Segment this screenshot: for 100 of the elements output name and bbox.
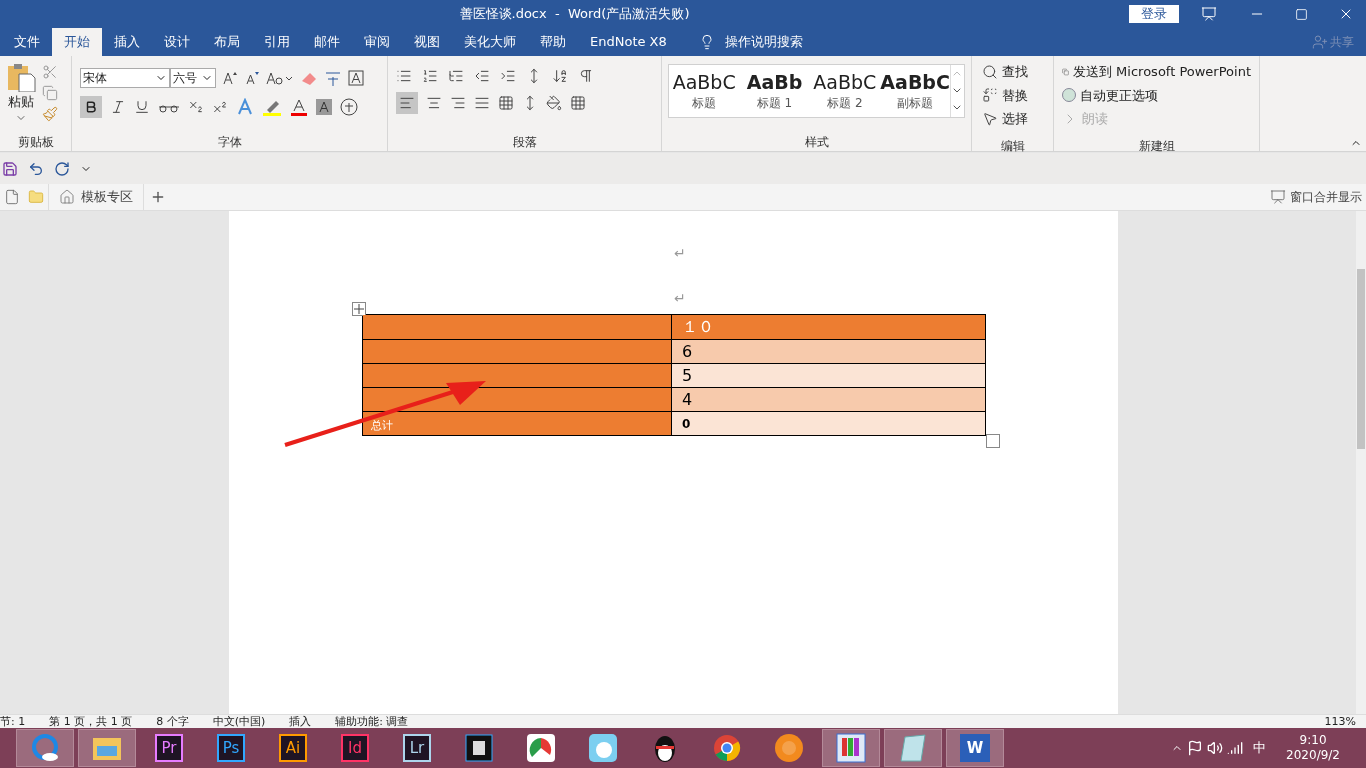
tell-me-search[interactable]: 操作说明搜索 — [724, 32, 803, 52]
film-icon — [465, 734, 493, 762]
taskbar-app[interactable]: Ai — [264, 729, 322, 767]
group-label: 段落 — [512, 134, 537, 151]
paste-button[interactable]: 粘贴 — [8, 92, 34, 112]
redo-icon[interactable] — [54, 160, 70, 177]
bullets-icon[interactable] — [396, 68, 412, 84]
word-icon: W — [960, 734, 990, 762]
pointer-icon[interactable] — [982, 110, 998, 127]
ribbon-tab[interactable]: 帮助 — [528, 28, 578, 56]
ribbon-tab[interactable]: 美化大师 — [452, 28, 528, 56]
align-center-icon[interactable] — [426, 95, 442, 111]
underline-icon[interactable] — [134, 99, 150, 115]
taskbar-app[interactable]: Id — [326, 729, 384, 767]
ribbon-tab[interactable]: 视图 — [402, 28, 452, 56]
subscript-icon[interactable] — [188, 99, 204, 115]
app-icon: Lr — [403, 734, 431, 762]
search-icon[interactable] — [982, 63, 998, 80]
superscript-icon[interactable] — [212, 99, 228, 115]
volume-icon[interactable] — [1207, 740, 1224, 756]
paste-icon[interactable] — [6, 62, 36, 92]
replace-button[interactable]: 替换 — [1002, 85, 1028, 105]
ribbon-tab[interactable]: 插入 — [102, 28, 152, 56]
paragraph-mark: ↵ — [674, 244, 686, 263]
ribbon-tab[interactable]: 邮件 — [302, 28, 352, 56]
table-cell: １０ — [672, 315, 985, 339]
scrollbar-thumb[interactable] — [1357, 269, 1365, 449]
font-color-icon[interactable] — [290, 98, 308, 116]
character-border-icon[interactable] — [348, 70, 364, 86]
enclose-characters-icon[interactable] — [340, 98, 358, 116]
taskbar-app[interactable]: Pr — [140, 729, 198, 767]
taskbar-app[interactable]: W — [946, 729, 1004, 767]
format-painter-icon[interactable] — [42, 106, 58, 122]
app-icon: Ps — [217, 734, 245, 762]
ribbon-tab[interactable]: 开始 — [52, 28, 102, 56]
flag-icon[interactable] — [1187, 740, 1204, 756]
template-tab[interactable]: 模板专区 — [49, 184, 144, 210]
app-icon: Ai — [279, 734, 307, 762]
find-button[interactable]: 查找 — [1002, 62, 1028, 82]
undo-icon[interactable] — [28, 160, 44, 177]
style-item[interactable]: AaBb 标题 1 — [739, 65, 810, 117]
status-item: 第 1 页，共 1 页 — [49, 714, 133, 729]
multilevel-list-icon[interactable] — [448, 68, 464, 84]
accessibility-status[interactable]: 辅助功能: 调查 — [335, 714, 409, 729]
highlight-icon[interactable] — [262, 98, 282, 116]
save-icon[interactable] — [2, 160, 18, 177]
borders-icon[interactable] — [570, 95, 586, 111]
table-move-handle-icon[interactable] — [352, 302, 366, 316]
send-to-powerpoint-button[interactable]: 发送到 Microsoft PowerPoint — [1073, 62, 1251, 82]
style-item[interactable]: AaBbC 副标题 — [880, 65, 951, 117]
ribbon-tab[interactable]: 引用 — [252, 28, 302, 56]
character-shading-icon[interactable] — [316, 99, 332, 115]
group-label: 剪贴板 — [17, 134, 54, 151]
grow-font-icon[interactable] — [222, 70, 238, 86]
input-method[interactable]: 中 — [1253, 738, 1267, 758]
text-effects-icon[interactable] — [236, 98, 254, 116]
font-size-field[interactable]: 六号 — [170, 68, 216, 88]
ribbon-tab[interactable]: 审阅 — [352, 28, 402, 56]
home-icon — [59, 189, 75, 205]
ribbon-display-icon[interactable] — [1201, 6, 1217, 22]
table-resize-handle-icon[interactable] — [986, 434, 1000, 448]
autocorrect-options-button[interactable]: 自动更正选项 — [1080, 85, 1158, 105]
merge-windows-button[interactable]: 窗口合并显示 — [1270, 188, 1362, 206]
rabbit-icon — [588, 733, 618, 763]
style-item[interactable]: AaBbC 标题 2 — [809, 65, 880, 117]
align-left-button[interactable] — [396, 92, 418, 114]
select-button[interactable]: 选择 — [1002, 109, 1028, 129]
new-tab-icon[interactable] — [150, 189, 166, 205]
paragraph-mark: ↵ — [674, 289, 686, 308]
ribbon-tab[interactable]: 设计 — [152, 28, 202, 56]
vertical-scrollbar[interactable] — [1356, 211, 1366, 714]
italic-icon[interactable] — [110, 99, 126, 115]
maximize-icon[interactable] — [1295, 7, 1308, 21]
status-item: 8 个字 — [156, 714, 189, 729]
justify-icon[interactable] — [474, 95, 490, 111]
ribbon-tab[interactable]: EndNote X8 — [578, 28, 679, 56]
numbering-icon[interactable] — [422, 68, 438, 84]
new-document-icon[interactable] — [4, 189, 20, 205]
network-icon[interactable] — [1227, 740, 1244, 756]
replace-icon[interactable] — [982, 87, 998, 104]
pie-chart-icon — [526, 733, 556, 763]
taskbar-app[interactable]: Lr — [388, 729, 446, 767]
zoom-level[interactable]: 113% — [1324, 714, 1356, 729]
style-item[interactable]: AaBbC 标题 — [669, 65, 740, 117]
decrease-indent-icon[interactable] — [474, 68, 490, 84]
ribbon-tab[interactable]: 文件 — [2, 28, 52, 56]
shrink-font-icon[interactable] — [244, 70, 260, 86]
bold-button[interactable] — [80, 96, 102, 118]
show-marks-icon[interactable] — [578, 68, 594, 84]
taskbar-app[interactable]: Ps — [202, 729, 260, 767]
align-right-icon[interactable] — [450, 95, 466, 111]
sort-icon[interactable] — [552, 68, 568, 84]
ribbon-tab[interactable]: 布局 — [202, 28, 252, 56]
shading-icon[interactable] — [546, 95, 562, 111]
font-name-field[interactable]: 宋体 — [80, 68, 170, 88]
increase-indent-icon[interactable] — [500, 68, 516, 84]
change-case-icon[interactable] — [266, 70, 294, 86]
table-cell: 4 — [672, 388, 985, 411]
table-cell: 6 — [672, 340, 985, 363]
login-button[interactable]: 登录 — [1129, 5, 1179, 23]
